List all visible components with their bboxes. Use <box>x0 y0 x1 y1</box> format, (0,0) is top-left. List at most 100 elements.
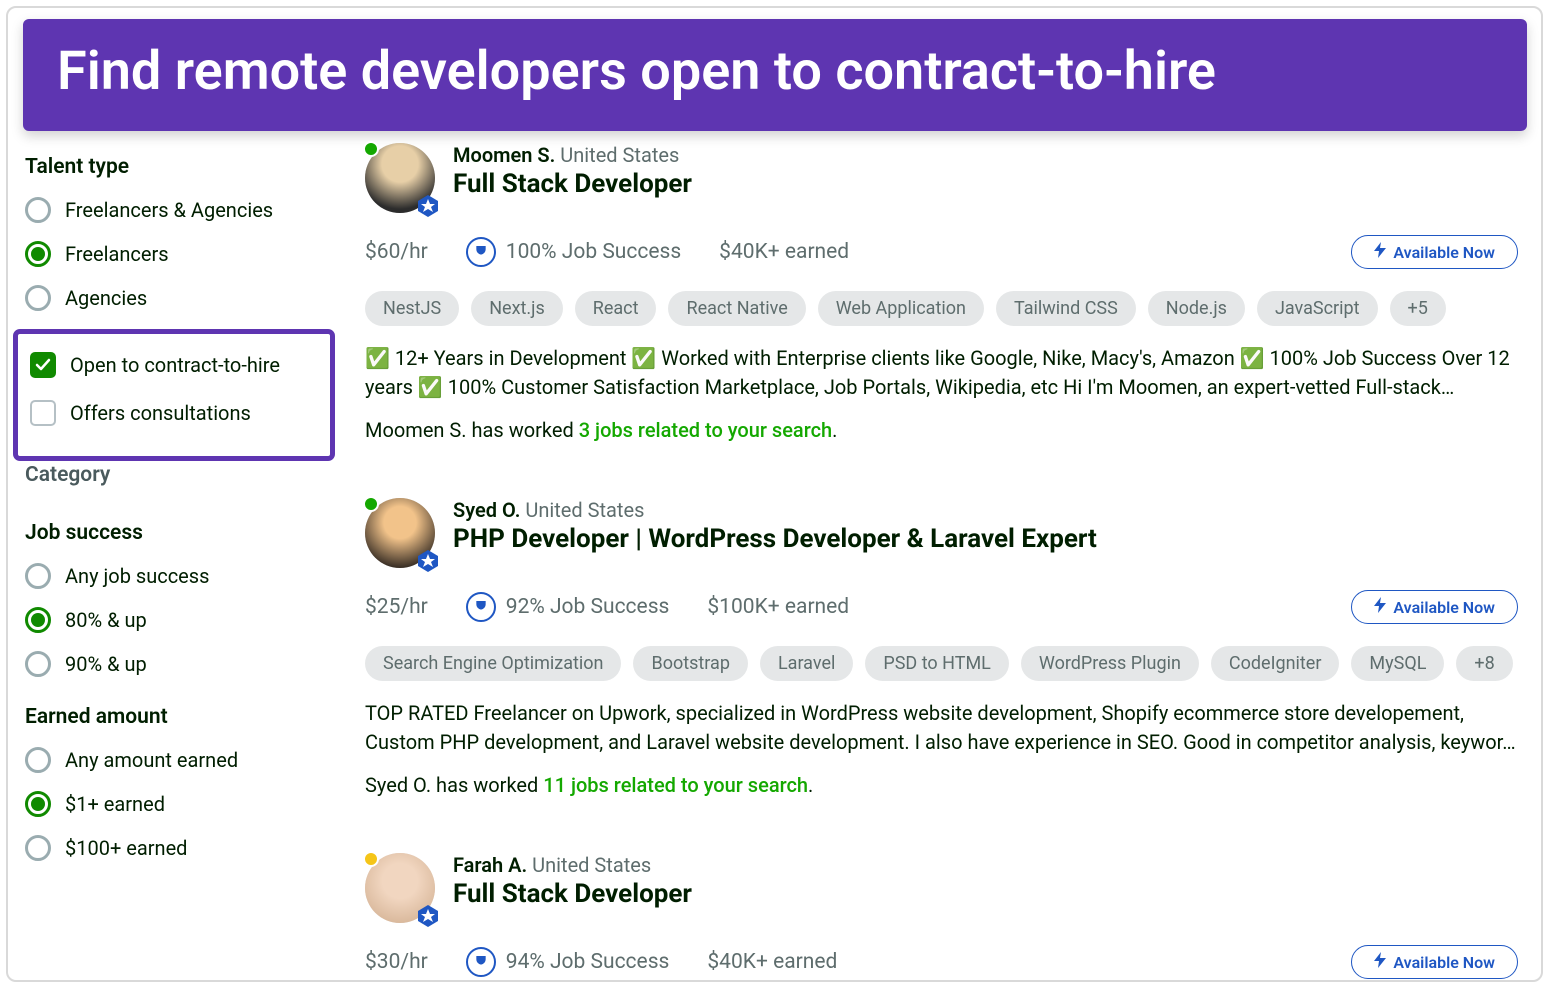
avatar[interactable] <box>365 853 435 923</box>
freelancer-card[interactable]: Moomen S. United States Full Stack Devel… <box>365 143 1524 488</box>
radio-label: 80% & up <box>65 608 147 632</box>
skill-tag[interactable]: PSD to HTML <box>865 646 1009 681</box>
job-success-icon <box>466 237 496 267</box>
available-now-button[interactable]: Available Now <box>1351 945 1518 979</box>
earned-amount-heading: Earned amount <box>25 705 335 729</box>
bolt-icon <box>1374 242 1386 262</box>
skill-more[interactable]: +5 <box>1390 291 1446 326</box>
job-success-heading: Job success <box>25 521 335 545</box>
radio-icon <box>25 241 51 267</box>
freelancer-name: Moomen S. <box>453 143 555 167</box>
online-status-icon <box>363 496 379 512</box>
radio-label: 90% & up <box>65 652 147 676</box>
skills-list: Search Engine Optimization Bootstrap Lar… <box>365 646 1518 681</box>
freelancer-bio: TOP RATED Freelancer on Upwork, speciali… <box>365 699 1518 757</box>
skill-tag[interactable]: WordPress Plugin <box>1021 646 1199 681</box>
earned-stat: $40K+ earned <box>707 950 837 974</box>
related-jobs-link[interactable]: 11 jobs related to your search <box>543 773 808 797</box>
job-success-stat: 100% Job Success <box>466 237 681 267</box>
checkbox-contract-to-hire[interactable]: Open to contract-to-hire <box>30 352 322 378</box>
avatar[interactable] <box>365 498 435 568</box>
skill-tag[interactable]: React <box>575 291 657 326</box>
earned-stat: $40K+ earned <box>719 240 849 264</box>
radio-any-job-success[interactable]: Any job success <box>25 563 335 589</box>
results-list: Moomen S. United States Full Stack Devel… <box>365 143 1524 982</box>
available-label: Available Now <box>1393 598 1495 617</box>
related-jobs-link[interactable]: 3 jobs related to your search <box>579 418 832 442</box>
radio-icon <box>25 791 51 817</box>
radio-80-up[interactable]: 80% & up <box>25 607 335 633</box>
job-success-text: 92% Job Success <box>506 595 670 619</box>
available-label: Available Now <box>1393 953 1495 972</box>
job-success-text: 100% Job Success <box>506 240 681 264</box>
skill-tag[interactable]: Tailwind CSS <box>996 291 1136 326</box>
radio-icon <box>25 607 51 633</box>
skill-tag[interactable]: Search Engine Optimization <box>365 646 621 681</box>
checkbox-offers-consultations[interactable]: Offers consultations <box>30 400 322 426</box>
category-heading: Category <box>25 463 335 487</box>
radio-any-amount[interactable]: Any amount earned <box>25 747 335 773</box>
radio-icon <box>25 563 51 589</box>
freelancer-card[interactable]: Farah A. United States Full Stack Develo… <box>365 853 1524 979</box>
freelancer-bio: ✅ 12+ Years in Development ✅ Worked with… <box>365 344 1518 402</box>
radio-label: Freelancers <box>65 242 169 266</box>
skill-tag[interactable]: NestJS <box>365 291 459 326</box>
available-now-button[interactable]: Available Now <box>1351 590 1518 624</box>
available-now-button[interactable]: Available Now <box>1351 235 1518 269</box>
freelancer-location: United States <box>525 498 644 522</box>
worked-summary: Moomen S. has worked 3 jobs related to y… <box>365 418 1518 442</box>
online-status-icon <box>363 851 379 867</box>
freelancer-location: United States <box>532 853 651 877</box>
freelancer-name: Farah A. <box>453 853 527 877</box>
freelancer-title: Full Stack Developer <box>453 169 692 199</box>
freelancer-title: Full Stack Developer <box>453 879 692 909</box>
radio-icon <box>25 651 51 677</box>
skill-more[interactable]: +8 <box>1456 646 1512 681</box>
hourly-rate: $60/hr <box>365 240 428 264</box>
checkbox-icon <box>30 352 56 378</box>
skill-tag[interactable]: JavaScript <box>1257 291 1378 326</box>
contract-filters-highlight: Open to contract-to-hire Offers consulta… <box>13 329 335 461</box>
job-success-icon <box>466 947 496 977</box>
job-success-text: 94% Job Success <box>506 950 670 974</box>
skills-list: NestJS Next.js React React Native Web Ap… <box>365 291 1518 326</box>
radio-label: Freelancers & Agencies <box>65 198 273 222</box>
radio-100-plus[interactable]: $100+ earned <box>25 835 335 861</box>
radio-icon <box>25 197 51 223</box>
freelancer-card[interactable]: Syed O. United States PHP Developer | Wo… <box>365 498 1524 843</box>
hourly-rate: $25/hr <box>365 595 428 619</box>
skill-tag[interactable]: CodeIgniter <box>1211 646 1340 681</box>
radio-freelancers-agencies[interactable]: Freelancers & Agencies <box>25 197 335 223</box>
worked-prefix: Syed O. has worked <box>365 773 543 797</box>
avatar[interactable] <box>365 143 435 213</box>
skill-tag[interactable]: Next.js <box>471 291 563 326</box>
radio-icon <box>25 835 51 861</box>
freelancer-name: Syed O. <box>453 498 520 522</box>
skill-tag[interactable]: Bootstrap <box>633 646 747 681</box>
talent-type-heading: Talent type <box>25 155 335 179</box>
worked-prefix: Moomen S. has worked <box>365 418 579 442</box>
radio-label: $100+ earned <box>65 836 187 860</box>
radio-90-up[interactable]: 90% & up <box>25 651 335 677</box>
freelancer-location: United States <box>560 143 679 167</box>
skill-tag[interactable]: Laravel <box>760 646 853 681</box>
checkbox-label: Open to contract-to-hire <box>70 353 280 377</box>
skill-tag[interactable]: Web Application <box>818 291 984 326</box>
skill-tag[interactable]: Node.js <box>1148 291 1245 326</box>
radio-1-plus[interactable]: $1+ earned <box>25 791 335 817</box>
skill-tag[interactable]: MySQL <box>1351 646 1444 681</box>
worked-summary: Syed O. has worked 11 jobs related to yo… <box>365 773 1518 797</box>
hourly-rate: $30/hr <box>365 950 428 974</box>
job-success-icon <box>466 592 496 622</box>
radio-freelancers[interactable]: Freelancers <box>25 241 335 267</box>
radio-icon <box>25 285 51 311</box>
top-rated-badge-icon <box>416 194 440 218</box>
top-rated-badge-icon <box>416 549 440 573</box>
radio-agencies[interactable]: Agencies <box>25 285 335 311</box>
filters-sidebar: Talent type Freelancers & Agencies Freel… <box>25 143 335 982</box>
radio-label: Any job success <box>65 564 209 588</box>
radio-icon <box>25 747 51 773</box>
skill-tag[interactable]: React Native <box>668 291 805 326</box>
worked-suffix: . <box>808 773 813 797</box>
job-success-stat: 92% Job Success <box>466 592 670 622</box>
